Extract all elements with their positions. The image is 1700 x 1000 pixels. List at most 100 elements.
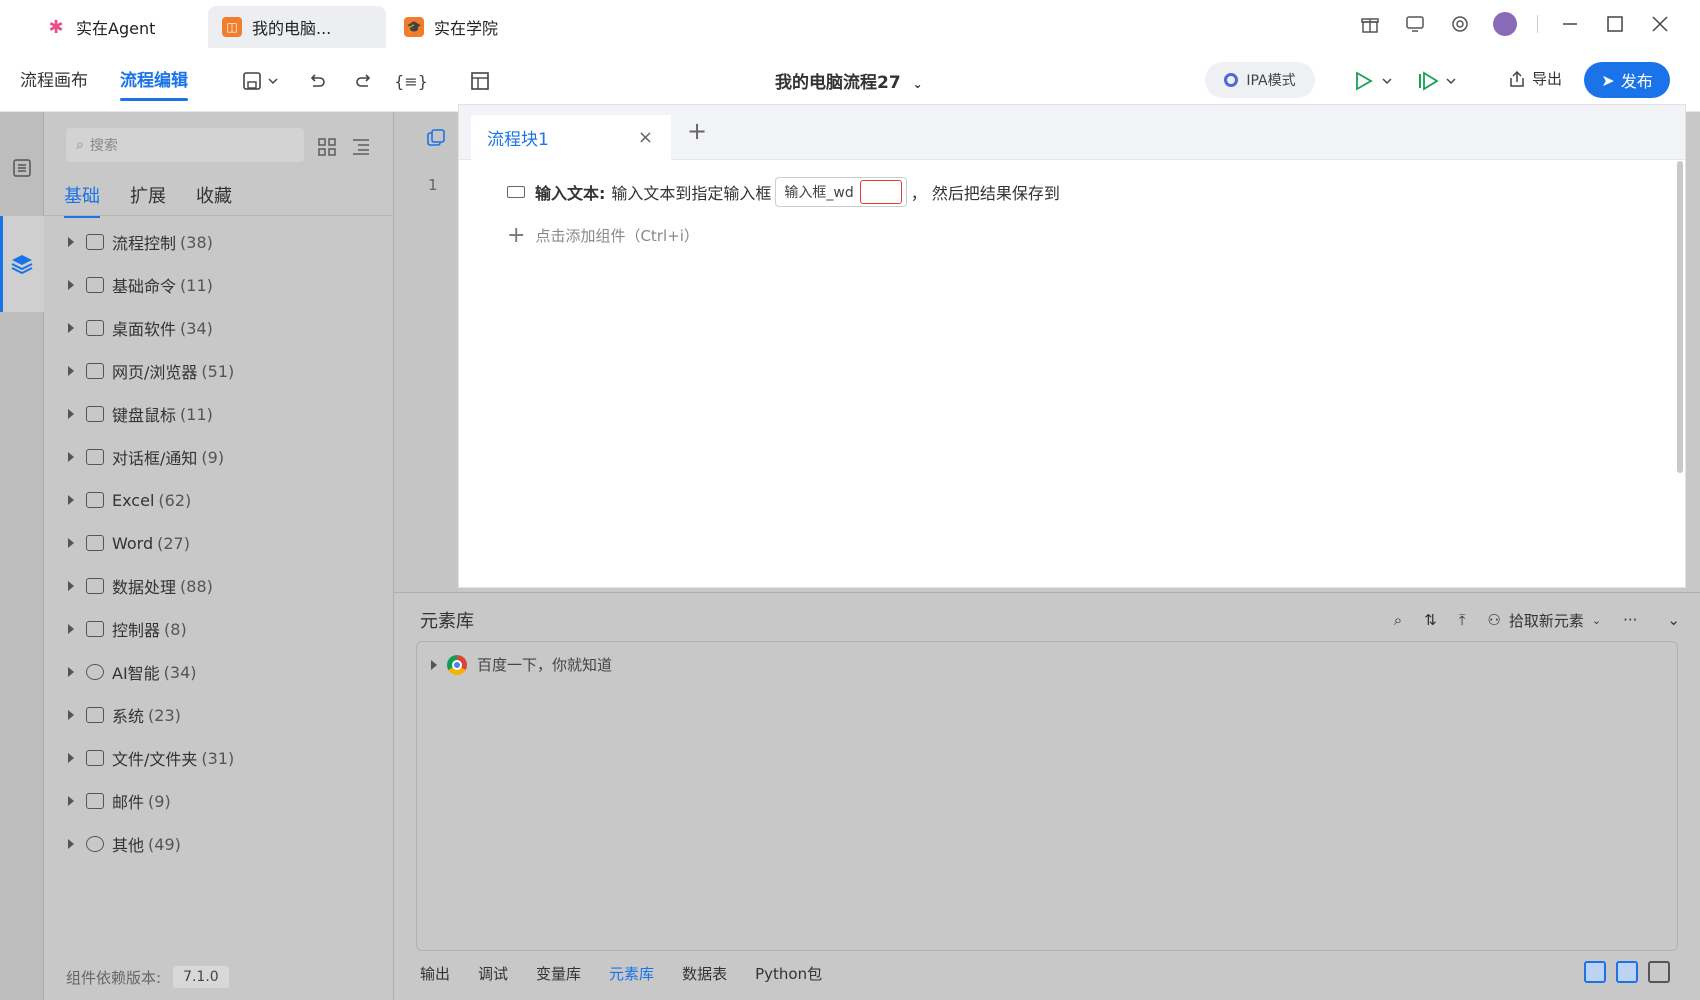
tab-basic[interactable]: 基础 [64,182,100,218]
category-excel[interactable]: Excel (62) [68,485,191,515]
add-tab-icon[interactable]: + [687,117,707,145]
category-label: 其他 [112,836,145,855]
excel-icon [86,492,104,508]
editor-gutter [394,112,458,592]
run-step-button[interactable] [1414,66,1464,96]
category-label: 文件/文件夹 [112,750,198,769]
bottom-panel-icon[interactable] [1616,961,1638,983]
right-panel-icon[interactable] [1648,961,1670,983]
chevron-down-icon: ⌄ [1591,613,1602,627]
target-field[interactable]: 输入框_wd [775,177,907,207]
close-icon[interactable] [1637,0,1682,48]
copy-block-icon[interactable] [426,128,446,152]
ipa-mode-toggle[interactable]: IPA模式 [1205,62,1315,98]
category-word[interactable]: Word (27) [68,528,190,558]
variables-icon[interactable]: {≡} [394,66,428,96]
tab-element-library[interactable]: 元素库 [609,963,654,984]
layout-toggles [1574,961,1670,983]
search-icon[interactable]: ⌕ [1394,611,1402,629]
category-basic-commands[interactable]: 基础命令 (11) [68,270,213,300]
monitor-icon[interactable] [1392,0,1437,48]
category-files[interactable]: 文件/文件夹 (31) [68,743,234,773]
category-label: 流程控制 [112,234,177,253]
collapse-all-icon[interactable] [352,138,370,160]
tab-canvas[interactable]: 流程画布 [20,66,88,91]
tab-output[interactable]: 输出 [420,963,450,984]
file-icon [86,750,104,766]
left-rail [0,112,44,1000]
category-count: (51) [201,361,235,381]
pick-person-icon: ⚇ [1487,611,1501,629]
browser-icon [86,363,104,379]
save-icon[interactable] [238,66,286,96]
category-label: 系统 [112,707,145,726]
double-chevron-down-icon[interactable]: ⌄ [1667,611,1680,629]
statement-title: 输入文本: [535,184,606,203]
close-tab-icon[interactable]: × [638,127,653,148]
tab-flow[interactable]: ◫ 我的电脑... [208,6,386,48]
category-label: 键盘鼠标 [112,406,177,425]
left-panel-icon[interactable] [1584,961,1606,983]
tab-python-packages[interactable]: Python包 [755,963,822,984]
category-label: 数据处理 [112,578,177,597]
category-dialog[interactable]: 对话框/通知 (9) [68,442,224,472]
maximize-icon[interactable] [1592,0,1637,48]
list-icon[interactable] [8,154,36,182]
ai-brain-icon [86,664,104,680]
sort-icon[interactable]: ⇅ [1424,611,1437,629]
collapse-up-icon[interactable]: ⤒ [1459,611,1466,629]
settings-icon[interactable] [1437,0,1482,48]
more-icon[interactable]: ··· [1623,611,1637,629]
publish-button[interactable]: ➤ 发布 [1584,62,1670,98]
statement-input-text[interactable]: 输入文本: 输入文本到指定输入框 输入框_wd ， 然后把结果保存到 [507,177,1060,207]
run-button[interactable] [1350,66,1400,96]
editor-scrollbar[interactable] [1677,161,1683,473]
category-label: 基础命令 [112,277,177,296]
category-keyboard-mouse[interactable]: 键盘鼠标 (11) [68,399,213,429]
undo-icon[interactable] [302,66,332,96]
minimize-icon[interactable] [1547,0,1592,48]
tab-academy[interactable]: 🎓 实在学院 [390,6,560,48]
tab-variables[interactable]: 变量库 [536,963,581,984]
category-data-processing[interactable]: 数据处理 (88) [68,571,213,601]
tab-flow-block[interactable]: 流程块1 × [471,115,671,160]
expand-arrow-icon[interactable] [431,659,437,670]
redo-icon[interactable] [349,66,379,96]
tab-edit[interactable]: 流程编辑 [102,66,206,101]
avatar[interactable] [1482,0,1527,48]
category-browser[interactable]: 网页/浏览器 (51) [68,356,234,386]
flow-title[interactable]: 我的电脑流程27 ⌄ [775,68,923,93]
tab-extend[interactable]: 扩展 [130,182,166,208]
tab-datatable[interactable]: 数据表 [682,963,727,984]
category-system[interactable]: 系统 (23) [68,700,181,730]
category-desktop[interactable]: 桌面软件 (34) [68,313,213,343]
word-icon [86,535,104,551]
tab-agent[interactable]: ✱ 实在Agent [32,6,202,48]
category-count: (62) [158,490,192,510]
category-label: 对话框/通知 [112,449,198,468]
category-other[interactable]: 其他 (49) [68,829,181,859]
layers-icon[interactable] [8,250,36,278]
export-button[interactable]: 导出 [1508,68,1562,89]
grid-view-icon[interactable] [318,138,336,160]
table-icon[interactable] [465,66,495,96]
tab-label: 实在Agent [76,19,156,38]
category-ai[interactable]: AI智能 (34) [68,657,197,687]
category-flow-control[interactable]: 流程控制 (38) [68,227,213,257]
publish-label: 发布 [1620,72,1653,91]
category-label: Word [112,533,154,553]
search-input[interactable]: ⌕ 搜索 [66,128,304,162]
gift-icon[interactable] [1347,0,1392,48]
category-controller[interactable]: 控制器 (8) [68,614,187,644]
library-toolbar: ⌕ ⇅ ⤒ ⚇ 拾取新元素 ⌄ ··· ⌄ [1372,603,1680,637]
category-mail[interactable]: 邮件 (9) [68,786,171,816]
add-component-button[interactable]: + 点击添加组件（Ctrl+i） [507,223,699,248]
text-input-empty[interactable] [859,180,902,204]
pick-element-button[interactable]: ⚇ 拾取新元素 ⌄ [1487,610,1601,631]
export-icon [1510,70,1524,87]
category-label: 邮件 [112,793,145,812]
tab-debug[interactable]: 调试 [478,963,508,984]
more-circle-icon [86,836,104,852]
library-item[interactable]: 百度一下，你就知道 [431,654,612,675]
tab-favorites[interactable]: 收藏 [196,182,232,208]
